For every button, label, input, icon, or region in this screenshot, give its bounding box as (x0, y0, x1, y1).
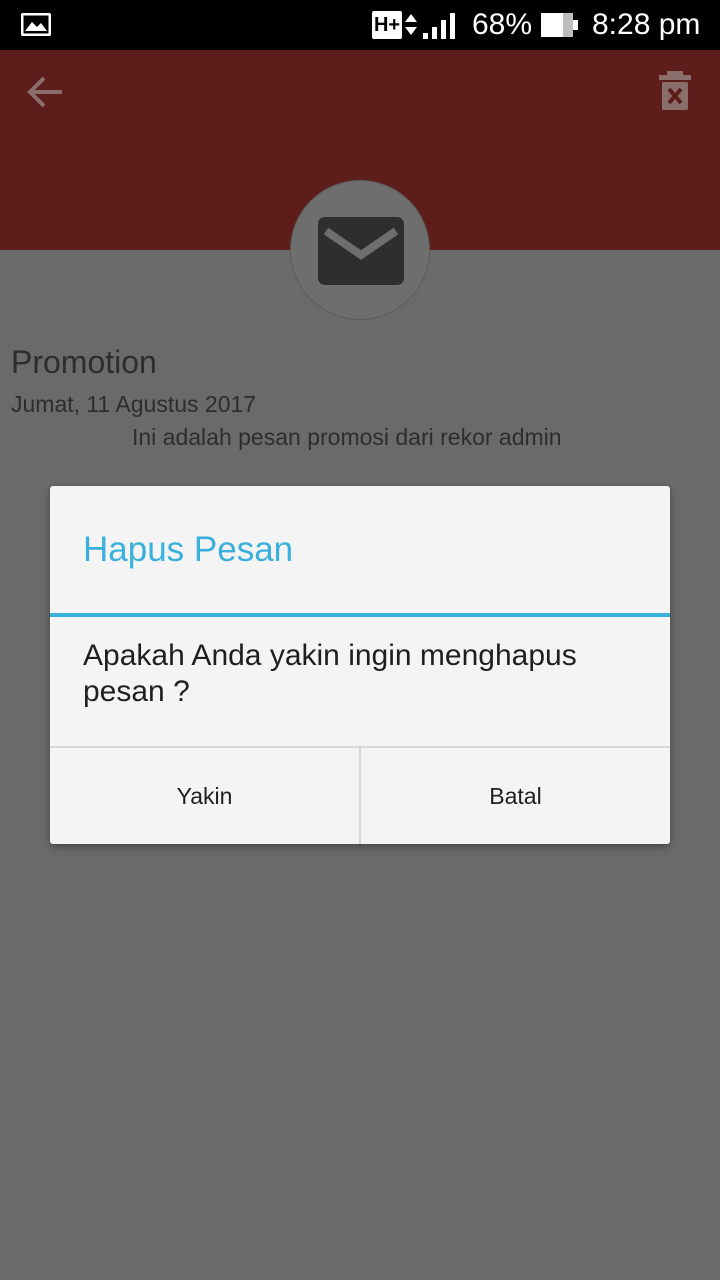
arrow-left-icon[interactable] (24, 70, 68, 114)
message-body: Ini adalah pesan promosi dari rekor admi… (132, 424, 562, 450)
dialog-message: Apakah Anda yakin ingin menghapus pesan … (83, 639, 577, 708)
trash-icon[interactable] (655, 68, 695, 114)
status-bar: H+ 68% 8:28 pm (0, 0, 720, 50)
delete-dialog: Hapus Pesan Apakah Anda yakin ingin meng… (50, 486, 670, 844)
gallery-icon (21, 13, 51, 36)
dialog-divider (50, 613, 670, 617)
message-title: Promotion (11, 344, 157, 380)
hplus-icon: H+ (372, 11, 402, 39)
clock: 8:28 pm (592, 8, 701, 41)
battery-percent: 68% (472, 8, 533, 41)
confirm-button[interactable]: Yakin (50, 748, 359, 844)
message-date: Jumat, 11 Agustus 2017 (11, 391, 257, 417)
dialog-title: Hapus Pesan (83, 530, 294, 569)
signal-icon (423, 13, 455, 39)
envelope-icon (318, 217, 404, 285)
message-avatar (290, 180, 430, 320)
data-arrows-icon (405, 14, 417, 35)
battery-icon (541, 13, 578, 37)
cancel-button[interactable]: Batal (361, 748, 670, 844)
